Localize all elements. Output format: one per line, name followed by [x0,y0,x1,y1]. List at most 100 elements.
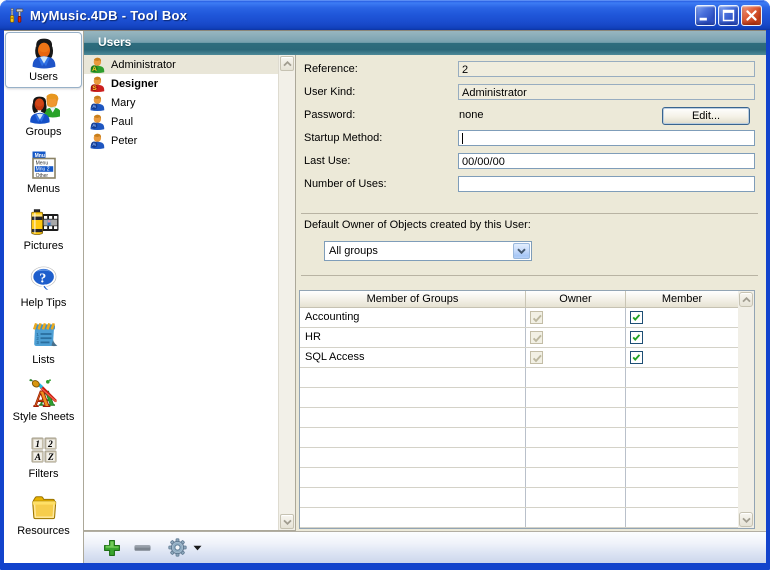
owner-cell [526,348,626,367]
user-row-mary[interactable]: Mary [84,93,278,112]
title-bar: MyMusic.4DB - Tool Box [0,0,770,30]
actions-menu-button[interactable] [168,538,202,557]
owner-checkbox[interactable] [530,351,543,364]
style-sheets-icon: A A [28,377,60,409]
sidebar-item-style-sheets[interactable]: A A Style Sheets [4,373,83,430]
user-list-panel: A Administrator [84,55,296,531]
member-cell [626,308,738,327]
svg-text:A: A [92,66,97,73]
user-row-paul[interactable]: Paul [84,112,278,131]
svg-text:1: 1 [35,440,40,450]
scroll-down-button[interactable] [280,514,294,529]
empty-row [300,508,738,528]
column-header-member: Member [626,291,738,307]
svg-text:Other: Other [35,173,48,179]
user-row-peter[interactable]: Peter [84,131,278,150]
owner-checkbox[interactable] [530,331,543,344]
member-cell [626,348,738,367]
password-label: Password: [304,107,355,123]
dropdown-arrow-icon [193,545,202,551]
main-panel: Users A [84,31,766,563]
user-row-administrator[interactable]: A Administrator [84,55,278,74]
owner-checkbox[interactable] [530,311,543,324]
number-of-uses-input[interactable] [458,176,755,192]
empty-row [300,408,738,428]
last-use-input[interactable]: 00/00/00 [458,153,755,169]
menus-icon: Mnu Menu Mnu 2 Other [28,149,60,181]
sidebar-item-label: Filters [29,468,59,481]
svg-text:2: 2 [47,440,53,450]
sidebar-item-resources[interactable]: Resources [4,487,83,544]
window-title: MyMusic.4DB - Tool Box [30,8,187,23]
user-list-scrollbar[interactable] [278,55,295,530]
member-checkbox[interactable] [630,331,643,344]
user-icon [89,133,105,149]
form-row-user-kind: User Kind: Administrator [296,84,766,107]
pictures-icon [28,206,60,238]
user-icon: A [89,57,105,73]
startup-method-input[interactable] [458,130,755,146]
owner-cell [526,328,626,347]
default-owner-value: All groups [329,245,378,257]
maximize-button[interactable] [718,5,739,26]
edit-password-button[interactable]: Edit... [662,107,750,125]
owner-cell [526,308,626,327]
section-title: Users [98,35,131,49]
sidebar-item-label: Groups [25,126,61,139]
user-name: Paul [111,116,133,128]
group-row-hr: HR [300,328,738,348]
member-checkbox[interactable] [630,351,643,364]
divider [301,213,758,214]
sidebar-item-groups[interactable]: Groups [4,88,83,145]
gear-icon [168,538,187,557]
column-header-member-of-groups: Member of Groups [300,291,526,307]
user-name: Mary [111,97,135,109]
combo-arrow-button[interactable] [513,243,530,259]
scroll-up-button[interactable] [280,56,294,71]
empty-row [300,368,738,388]
sidebar-item-label: Help Tips [21,297,67,310]
reference-field: 2 [458,61,755,77]
user-name: Peter [111,135,137,147]
user-row-designer[interactable]: S Designer [84,74,278,93]
window-controls [695,5,762,26]
form-row-password: Password: none Edit... [296,107,766,130]
column-header-owner: Owner [526,291,626,307]
close-button[interactable] [741,5,762,26]
member-cell [626,328,738,347]
groups-table: Member of Groups Owner Member Accounting [299,290,755,529]
minimize-button[interactable] [695,5,716,26]
reference-label: Reference: [304,61,358,77]
lists-icon: 123 [28,320,60,352]
toolbox-icon[interactable] [8,7,25,24]
member-checkbox[interactable] [630,311,643,324]
add-user-button[interactable] [103,539,121,557]
table-scrollbar[interactable] [738,291,754,528]
sidebar-item-users[interactable]: Users [5,32,82,88]
groups-table-header: Member of Groups Owner Member [300,291,738,308]
main-body: A Administrator [84,55,766,531]
form-row-number-of-uses: Number of Uses: [296,176,766,199]
help-tips-icon: ? [28,263,60,295]
startup-method-label: Startup Method: [304,130,382,146]
sidebar-item-lists[interactable]: 123 Lists [4,316,83,373]
user-form: Reference: 2 User Kind: Administrator Pa… [296,55,766,531]
group-row-accounting: Accounting [300,308,738,328]
scroll-up-button[interactable] [739,292,753,307]
last-use-label: Last Use: [304,153,350,169]
text-caret [462,133,463,144]
sidebar-item-help-tips[interactable]: ? Help Tips [4,259,83,316]
scroll-down-button[interactable] [739,512,753,527]
svg-text:A: A [33,453,40,463]
sidebar-item-label: Resources [17,525,70,538]
remove-user-button[interactable] [133,539,152,557]
sidebar-item-filters[interactable]: 1 2 A Z Filters [4,430,83,487]
sidebar-item-menus[interactable]: Mnu Menu Mnu 2 Other Menus [4,145,83,202]
group-name-cell: HR [300,328,526,347]
form-row-startup-method: Startup Method: [296,130,766,153]
default-owner-select[interactable]: All groups [324,241,532,261]
group-name-cell: SQL Access [300,348,526,367]
sidebar-item-pictures[interactable]: Pictures [4,202,83,259]
empty-row [300,448,738,468]
section-header: Users [84,31,766,55]
